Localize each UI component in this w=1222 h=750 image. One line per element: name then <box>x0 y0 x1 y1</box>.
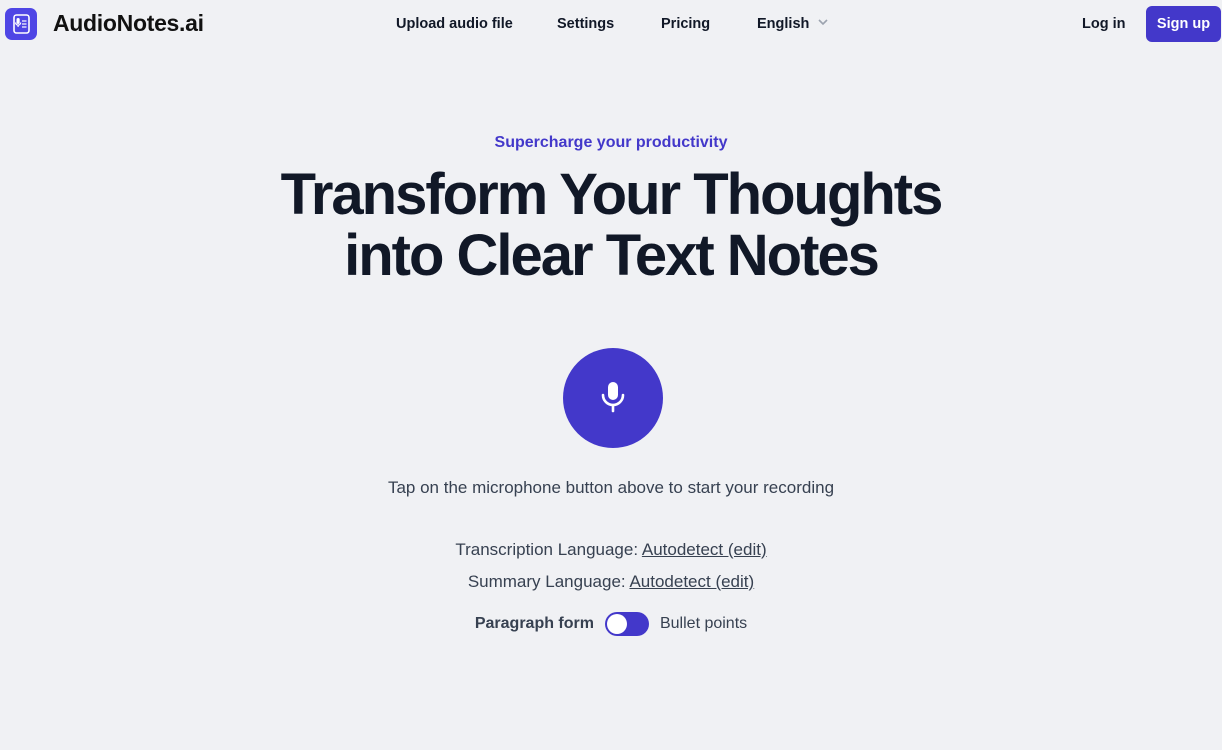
hero-title-line-2: into Clear Text Notes <box>344 223 880 288</box>
brand-name: AudioNotes.ai <box>53 10 204 36</box>
nav-upload-audio[interactable]: Upload audio file <box>396 16 513 32</box>
record-button[interactable] <box>563 348 663 448</box>
language-dropdown-label: English <box>757 16 810 32</box>
transcription-language-edit-link[interactable]: Autodetect (edit) <box>642 540 767 559</box>
nav-pricing[interactable]: Pricing <box>661 16 710 32</box>
header: AudioNotes.ai Upload audio file Settings… <box>0 0 1222 48</box>
summary-language-row: Summary Language: Autodetect (edit) <box>0 572 1222 592</box>
toggle-knob <box>606 614 627 634</box>
microphone-icon <box>599 380 627 417</box>
signup-button[interactable]: Sign up <box>1146 6 1221 42</box>
summary-language-edit-link[interactable]: Autodetect (edit) <box>629 572 754 591</box>
chevron-down-icon <box>817 16 829 32</box>
transcription-language-label: Transcription Language: <box>455 540 639 559</box>
paragraph-form-label: Paragraph form <box>474 615 594 632</box>
language-dropdown[interactable]: English <box>757 16 829 32</box>
hero-title: Transform Your Thoughts into Clear Text … <box>0 164 1222 286</box>
hero-title-line-1: Transform Your Thoughts <box>280 162 944 227</box>
transcription-language-row: Transcription Language: Autodetect (edit… <box>0 540 1222 560</box>
hero-eyebrow: Supercharge your productivity <box>494 134 728 151</box>
nav-settings[interactable]: Settings <box>557 16 614 32</box>
brand[interactable]: AudioNotes.ai <box>5 7 204 40</box>
record-hint: Tap on the microphone button above to st… <box>387 478 835 497</box>
login-link[interactable]: Log in <box>1082 16 1126 32</box>
bullet-points-label: Bullet points <box>659 615 748 632</box>
format-toggle-switch[interactable] <box>604 612 649 636</box>
format-toggle-row: Paragraph form Bullet points <box>0 612 1222 636</box>
app-logo-icon <box>5 7 37 40</box>
summary-language-label: Summary Language: <box>467 572 626 591</box>
